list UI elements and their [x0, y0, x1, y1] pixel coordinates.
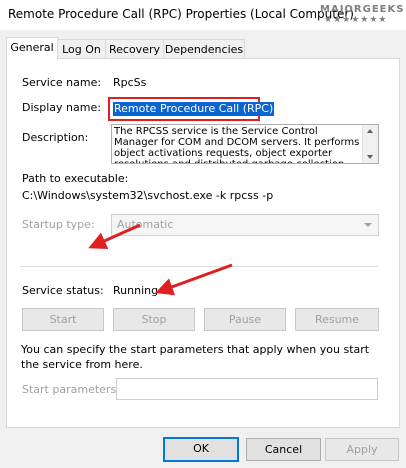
- stop-button[interactable]: Stop: [113, 308, 195, 331]
- description-scrollbar[interactable]: [362, 125, 378, 163]
- majorgeeks-watermark-logo: MAJORGEEKS ★★★★★★★: [320, 4, 403, 26]
- service-status-label: Service status:: [22, 284, 104, 297]
- scroll-up-arrow-icon[interactable]: [367, 129, 373, 133]
- path-label: Path to executable:: [22, 172, 129, 185]
- service-name-label: Service name:: [22, 76, 102, 89]
- tab-log-on[interactable]: Log On: [57, 39, 106, 59]
- tab-general[interactable]: General: [6, 37, 58, 60]
- service-name-value: RpcSs: [113, 76, 147, 89]
- window-title: Remote Procedure Call (RPC) Properties (…: [8, 7, 354, 21]
- pause-button[interactable]: Pause: [204, 308, 286, 331]
- display-name-value: Remote Procedure Call (RPC): [113, 102, 275, 116]
- service-status-value: Running: [113, 284, 159, 297]
- startup-type-select[interactable]: Automatic: [111, 214, 379, 236]
- start-button[interactable]: Start: [22, 308, 104, 331]
- ok-button[interactable]: OK: [163, 437, 239, 462]
- startup-type-label: Startup type:: [22, 218, 95, 231]
- display-name-label: Display name:: [22, 101, 101, 114]
- tab-recovery[interactable]: Recovery: [105, 39, 164, 59]
- tab-dependencies[interactable]: Dependencies: [163, 39, 245, 59]
- chevron-down-icon: [364, 223, 372, 227]
- start-params-hint: You can specify the start parameters tha…: [21, 343, 370, 371]
- scroll-down-arrow-icon[interactable]: [367, 155, 373, 159]
- start-params-input[interactable]: [116, 378, 378, 400]
- apply-button[interactable]: Apply: [325, 438, 399, 461]
- description-label: Description:: [22, 131, 89, 144]
- section-divider: [20, 266, 378, 267]
- path-value: C:\Windows\system32\svchost.exe -k rpcss…: [22, 189, 274, 202]
- startup-type-value: Automatic: [117, 218, 174, 231]
- resume-button[interactable]: Resume: [295, 308, 379, 331]
- description-text: The RPCSS service is the Service Control…: [114, 126, 360, 163]
- description-field[interactable]: The RPCSS service is the Service Control…: [111, 124, 379, 164]
- title-bar: Remote Procedure Call (RPC) Properties (…: [0, 0, 406, 30]
- watermark-stars: ★★★★★★★: [324, 15, 388, 25]
- start-params-label: Start parameters:: [22, 383, 120, 396]
- watermark-text: MAJORGEEKS: [320, 4, 405, 15]
- cancel-button[interactable]: Cancel: [246, 438, 321, 461]
- display-name-field[interactable]: Remote Procedure Call (RPC): [108, 97, 275, 121]
